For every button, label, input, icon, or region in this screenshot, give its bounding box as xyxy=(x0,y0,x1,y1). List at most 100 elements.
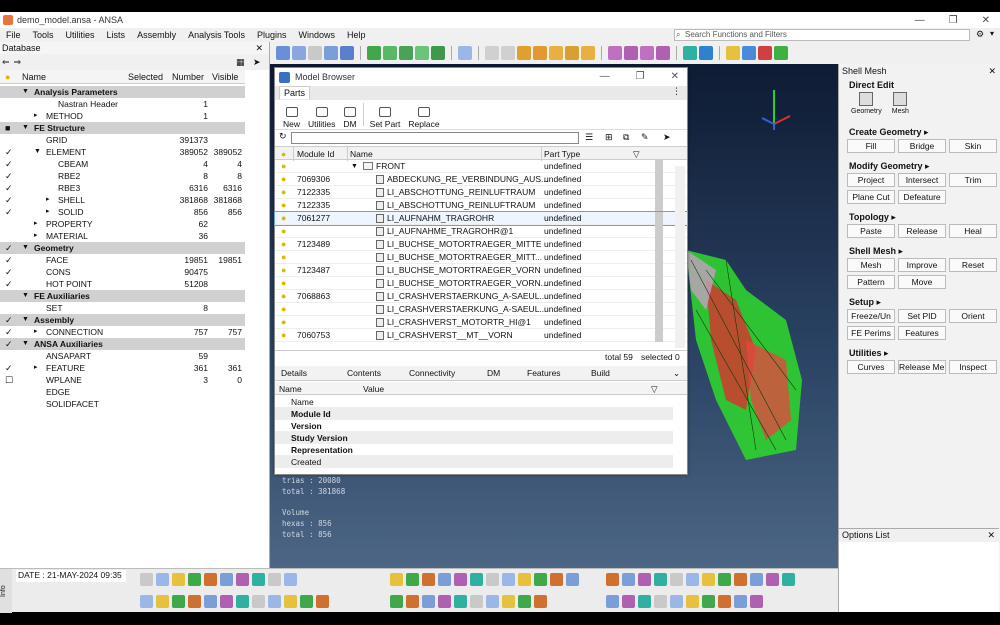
tab-features[interactable]: Features xyxy=(527,368,561,378)
bulb-icon[interactable]: ● xyxy=(281,186,286,199)
menu-plugins[interactable]: Plugins xyxy=(251,30,293,40)
part-row[interactable]: ● LI_BUCHSE_MOTORTRAEGER_MITT... undefined xyxy=(275,251,687,264)
toolbar-icon-5[interactable] xyxy=(340,46,354,60)
redo-icon[interactable] xyxy=(501,46,515,60)
db-tree-row[interactable]: ▸ PROPERTY 62 xyxy=(0,218,245,230)
expand-arrow-icon[interactable]: ▼ xyxy=(22,122,29,134)
bottom-tool-icon[interactable] xyxy=(236,595,249,608)
db-tree-row[interactable]: EDGE xyxy=(0,386,245,398)
measure-icon[interactable] xyxy=(517,46,531,60)
expand-arrow-icon[interactable]: ▸ xyxy=(34,326,38,338)
geometry-icon-3[interactable] xyxy=(399,46,413,60)
expand-icon[interactable]: ⊞ xyxy=(605,132,613,143)
db-tree-row[interactable]: ✓ HOT POINT 51208 xyxy=(0,278,245,290)
bottom-tool-icon[interactable] xyxy=(284,595,297,608)
toolbar-icon-24[interactable] xyxy=(699,46,713,60)
bottom-tool-icon[interactable] xyxy=(566,573,579,586)
db-tree-row[interactable]: ✓ RBE2 8 8 xyxy=(0,170,245,182)
bottom-tool-icon[interactable] xyxy=(670,573,683,586)
replace-button[interactable]: Replace xyxy=(404,100,443,129)
section-title[interactable]: Setup ▸ xyxy=(839,295,1000,309)
skin-button[interactable]: Skin xyxy=(949,139,997,153)
forward-arrow-icon[interactable]: ⇒ xyxy=(14,57,22,68)
detail-row[interactable]: Module Id xyxy=(275,408,673,420)
menu-file[interactable]: File xyxy=(0,30,27,40)
section-title[interactable]: Direct Edit xyxy=(839,78,1000,92)
bottom-tool-icon[interactable] xyxy=(654,595,667,608)
bottom-tool-icon[interactable] xyxy=(390,595,403,608)
filter-icon-3[interactable]: ▽ xyxy=(651,384,658,395)
part-row[interactable]: ● 7122335 LI_ABSCHOTTUNG_REINLUFTRAUM undef… xyxy=(275,199,687,212)
col-module-id[interactable]: Module Id xyxy=(297,149,334,159)
col-number[interactable]: Number xyxy=(172,72,204,82)
bottom-tool-icon[interactable] xyxy=(470,595,483,608)
intersect-button[interactable]: Intersect xyxy=(898,173,946,187)
set-part-button[interactable]: Set Part xyxy=(366,100,405,129)
bottom-tool-icon[interactable] xyxy=(156,573,169,586)
db-tree-row[interactable]: ✓ ▸ SHELL 381868 381868 xyxy=(0,194,245,206)
visibility-checkbox[interactable]: ✓ xyxy=(5,254,13,266)
parts-scrollbar[interactable] xyxy=(675,166,685,348)
bottom-tool-icon[interactable] xyxy=(236,573,249,586)
toolbar-icon-21[interactable] xyxy=(640,46,654,60)
bottom-tool-icon[interactable] xyxy=(638,595,651,608)
bulb-icon[interactable]: ● xyxy=(281,199,286,212)
toolbar-icon-28[interactable] xyxy=(774,46,788,60)
bottom-tool-icon[interactable] xyxy=(686,595,699,608)
bottom-tool-icon[interactable] xyxy=(734,595,747,608)
db-tree-row[interactable]: ✓ CONS 90475 xyxy=(0,266,245,278)
db-tree-row[interactable]: ✓ ▼ ELEMENT 389052 389052 xyxy=(0,146,245,158)
bottom-tool-icon[interactable] xyxy=(518,573,531,586)
nastran-icon[interactable] xyxy=(758,46,772,60)
bottom-tool-icon[interactable] xyxy=(518,595,531,608)
part-row[interactable]: ● LI_BUCHSE_MOTORTRAEGER_VORN... undefined xyxy=(275,277,687,290)
db-tree-row[interactable]: ✓ ▼ Assembly xyxy=(0,314,245,326)
bottom-tool-icon[interactable] xyxy=(156,595,169,608)
database-scrollbar[interactable] xyxy=(246,70,268,610)
heal-button[interactable]: Heal xyxy=(949,224,997,238)
more-icon[interactable]: ⋮ xyxy=(672,86,681,97)
toolbar-icon-15[interactable] xyxy=(533,46,547,60)
bottom-tool-icon[interactable] xyxy=(252,573,265,586)
bottom-tool-icon[interactable] xyxy=(284,573,297,586)
bottom-tool-icon[interactable] xyxy=(550,573,563,586)
bottom-tool-icon[interactable] xyxy=(172,595,185,608)
bottom-tool-icon[interactable] xyxy=(606,573,619,586)
visibility-checkbox[interactable]: ✓ xyxy=(5,338,13,350)
bulb-icon[interactable]: ● xyxy=(281,225,286,238)
back-arrow-icon[interactable]: ⇐ xyxy=(2,57,10,68)
paint-icon[interactable]: ✎ xyxy=(641,132,649,143)
visibility-checkbox[interactable]: ✓ xyxy=(5,146,13,158)
bottom-tool-icon[interactable] xyxy=(750,573,763,586)
bottom-tool-icon[interactable] xyxy=(406,573,419,586)
col-part-name[interactable]: Name xyxy=(350,149,373,159)
toolbar-icon-2[interactable] xyxy=(292,46,306,60)
tab-contents[interactable]: Contents xyxy=(347,368,381,378)
db-tree-row[interactable]: SOLIDFACET xyxy=(0,398,245,410)
bottom-tool-icon[interactable] xyxy=(188,573,201,586)
release-me--button[interactable]: Release Me. xyxy=(898,360,946,374)
bulb-icon[interactable]: ● xyxy=(281,212,286,225)
expand-arrow-icon[interactable]: ▸ xyxy=(34,110,38,122)
visibility-checkbox[interactable]: ✓ xyxy=(5,194,13,206)
tab-details[interactable]: Details xyxy=(281,368,307,378)
db-tree-row[interactable]: ▼ FE Auxiliaries xyxy=(0,290,245,302)
fill-button[interactable]: Fill xyxy=(847,139,895,153)
bottom-tool-icon[interactable] xyxy=(454,595,467,608)
bottom-tool-icon[interactable] xyxy=(718,573,731,586)
mesh-button[interactable]: Mesh xyxy=(847,258,895,272)
expand-arrow-icon[interactable]: ▼ xyxy=(22,290,29,302)
toolbar-icon-4[interactable] xyxy=(324,46,338,60)
toolbar-icon-17[interactable] xyxy=(565,46,579,60)
bulb-icon[interactable]: ● xyxy=(281,173,286,186)
pointer-icon-2[interactable]: ➤ xyxy=(663,132,671,143)
visibility-checkbox[interactable]: ✓ xyxy=(5,278,13,290)
bridge-button[interactable]: Bridge xyxy=(898,139,946,153)
bottom-tool-icon[interactable] xyxy=(654,573,667,586)
db-tree-row[interactable]: ✓ CBEAM 4 4 xyxy=(0,158,245,170)
set-pid-button[interactable]: Set PID xyxy=(898,309,946,323)
expand-arrow-icon[interactable]: ▼ xyxy=(22,86,29,98)
db-tree-row[interactable]: ▼ Analysis Parameters xyxy=(0,86,245,98)
bottom-tool-icon[interactable] xyxy=(268,595,281,608)
detail-row[interactable]: Name xyxy=(275,396,673,408)
